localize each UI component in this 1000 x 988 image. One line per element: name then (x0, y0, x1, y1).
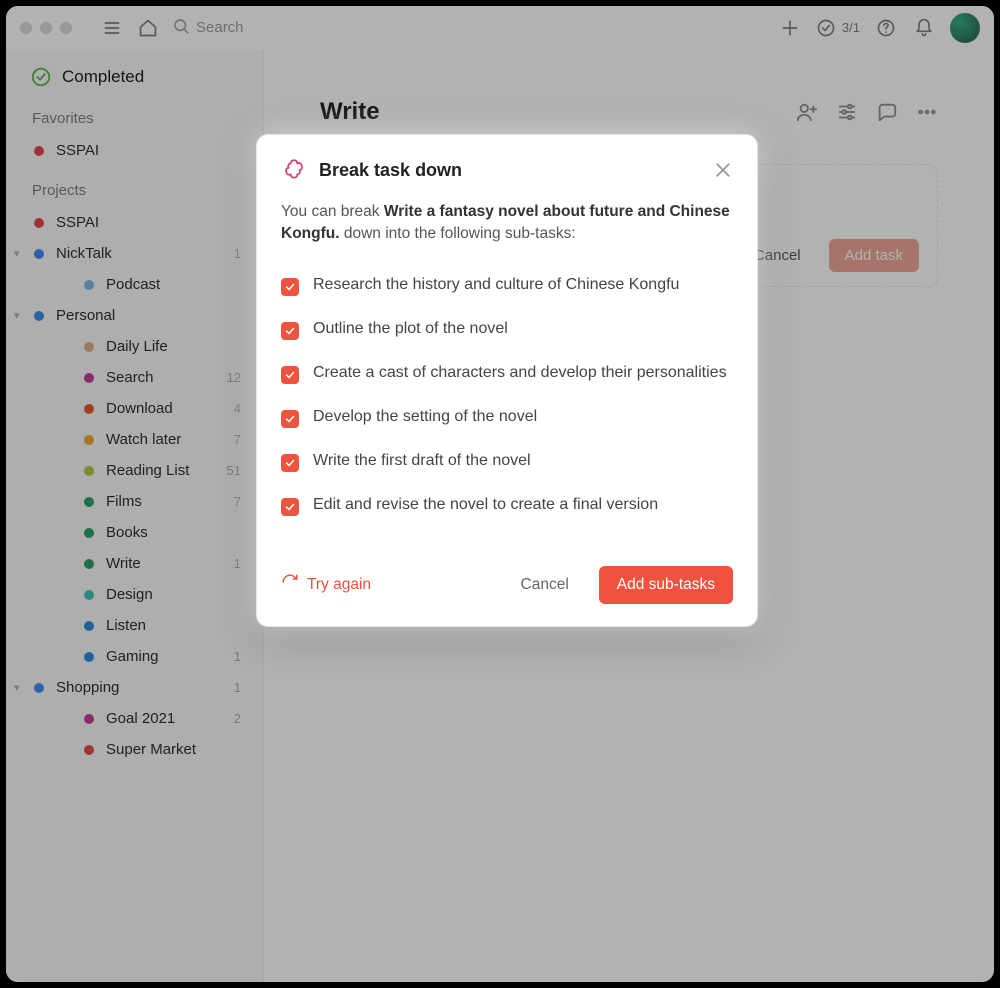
subtask-list: Research the history and culture of Chin… (281, 276, 733, 516)
app-window: Search 3/1 Completed (6, 6, 994, 982)
close-icon[interactable] (713, 160, 733, 180)
refresh-icon (281, 573, 299, 596)
modal-title: Break task down (319, 160, 701, 181)
subtask-label: Create a cast of characters and develop … (313, 364, 727, 382)
subtask-item[interactable]: Create a cast of characters and develop … (281, 364, 733, 384)
subtask-label: Edit and revise the novel to create a fi… (313, 496, 658, 514)
modal-description: You can break Write a fantasy novel abou… (281, 201, 733, 246)
modal-cancel-button[interactable]: Cancel (505, 568, 585, 602)
checkbox-checked-icon[interactable] (281, 322, 299, 340)
subtask-label: Research the history and culture of Chin… (313, 276, 679, 294)
subtask-item[interactable]: Edit and revise the novel to create a fi… (281, 496, 733, 516)
subtask-item[interactable]: Outline the plot of the novel (281, 320, 733, 340)
subtask-item[interactable]: Develop the setting of the novel (281, 408, 733, 428)
checkbox-checked-icon[interactable] (281, 366, 299, 384)
checkbox-checked-icon[interactable] (281, 454, 299, 472)
subtask-item[interactable]: Write the first draft of the novel (281, 452, 733, 472)
checkbox-checked-icon[interactable] (281, 410, 299, 428)
subtask-label: Outline the plot of the novel (313, 320, 508, 338)
subtask-item[interactable]: Research the history and culture of Chin… (281, 276, 733, 296)
break-task-modal: Break task down You can break Write a fa… (256, 134, 758, 627)
checkbox-checked-icon[interactable] (281, 498, 299, 516)
try-again-label: Try again (307, 576, 371, 594)
subtask-label: Develop the setting of the novel (313, 408, 537, 426)
subtask-label: Write the first draft of the novel (313, 452, 531, 470)
ai-logo-icon (281, 157, 307, 183)
try-again-button[interactable]: Try again (281, 573, 371, 596)
add-subtasks-button[interactable]: Add sub-tasks (599, 566, 733, 604)
checkbox-checked-icon[interactable] (281, 278, 299, 296)
